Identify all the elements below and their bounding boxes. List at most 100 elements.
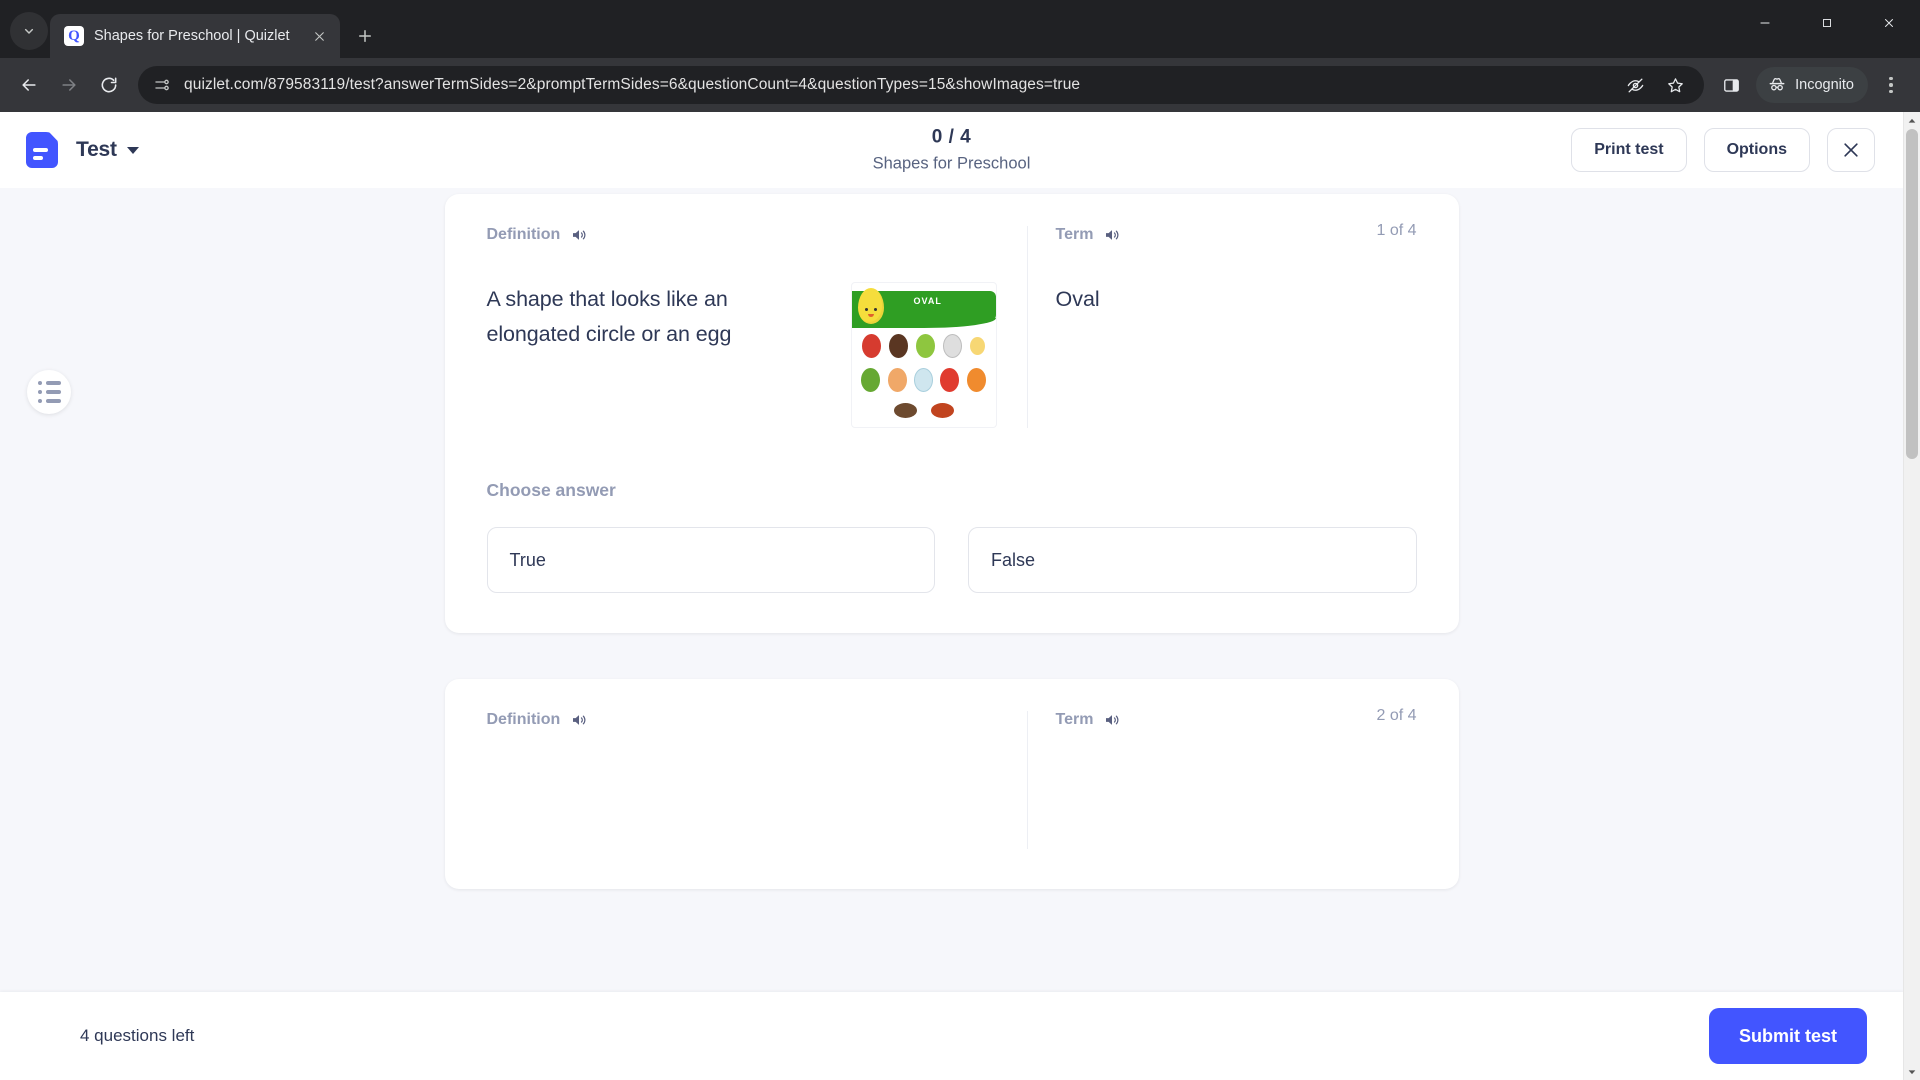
minimize-button[interactable]: [1734, 0, 1796, 46]
browser-window: Q Shapes for Preschool | Quizlet quizlet…: [0, 0, 1920, 1080]
set-title: Shapes for Preschool: [872, 154, 1031, 173]
definition-text: A shape that looks like an elongated cir…: [486, 287, 732, 346]
definition-label: Definition: [486, 711, 561, 728]
oval-object: [861, 334, 881, 359]
question-card: Definition Term 2 of 4: [444, 679, 1459, 889]
oval-object: [913, 368, 933, 393]
term-label: Term: [1055, 711, 1094, 728]
three-dot-menu-icon[interactable]: [1872, 66, 1910, 104]
study-mode-label: Test: [76, 138, 117, 161]
test-body: Definition A shape that looks like an el…: [0, 188, 1903, 1080]
header-center: 0 / 4 Shapes for Preschool: [873, 127, 1031, 174]
oval-object: [930, 402, 954, 418]
close-icon: [1844, 143, 1858, 157]
lemon-character: [857, 288, 884, 324]
url-text[interactable]: quizlet.com/879583119/test?answerTermSid…: [184, 76, 1606, 94]
incognito-profile-chip[interactable]: Incognito: [1756, 67, 1868, 103]
quizlet-favicon: Q: [64, 26, 84, 46]
oval-row-1: [858, 334, 990, 359]
browser-toolbar: quizlet.com/879583119/test?answerTermSid…: [0, 58, 1920, 112]
tab-title: Shapes for Preschool | Quizlet: [94, 28, 290, 44]
oval-object: [943, 334, 963, 359]
answer-option-true[interactable]: True: [486, 527, 935, 593]
oval-object-grid: [852, 329, 996, 423]
header-actions: Print test Options: [1571, 128, 1875, 172]
star-icon[interactable]: [1658, 68, 1692, 102]
answer-option-false[interactable]: False: [968, 527, 1417, 593]
quizlet-page: Test 0 / 4 Shapes for Preschool Print te…: [0, 112, 1903, 1080]
definition-label: Definition: [486, 226, 561, 243]
oval-shapes-illustration[interactable]: OVAL: [850, 282, 997, 428]
close-window-button[interactable]: [1858, 0, 1920, 46]
study-mode-selector[interactable]: Test: [76, 138, 139, 162]
audio-icon[interactable]: [1103, 711, 1121, 729]
close-icon[interactable]: [308, 25, 330, 47]
omnibox-actions: [1618, 68, 1696, 102]
maximize-button[interactable]: [1796, 0, 1858, 46]
print-test-button[interactable]: Print test: [1571, 128, 1687, 172]
plus-icon: [359, 30, 371, 42]
oval-object: [861, 368, 881, 393]
submit-test-button[interactable]: Submit test: [1708, 1008, 1867, 1064]
incognito-hat-icon: [1769, 78, 1785, 91]
tab-strip: Q Shapes for Preschool | Quizlet: [0, 0, 1920, 58]
side-panel-button[interactable]: [1714, 68, 1748, 102]
site-settings-icon[interactable]: [152, 75, 172, 95]
question-counter: 2 of 4: [1376, 707, 1417, 724]
page-scrollbar[interactable]: [1903, 112, 1920, 1080]
definition-label-row: Definition: [487, 226, 997, 244]
chevron-down-icon: [24, 28, 34, 34]
term-column: Term 1 of 4 Oval: [1026, 222, 1417, 428]
choose-answer-label: Choose answer: [486, 480, 616, 500]
page-viewport: Test 0 / 4 Shapes for Preschool Print te…: [0, 112, 1920, 1080]
progress-counter: 0 / 4: [931, 126, 972, 148]
tab-search-button[interactable]: [10, 12, 48, 50]
scrollbar-thumb[interactable]: [1906, 129, 1918, 459]
scroll-down-arrow[interactable]: [1904, 1063, 1920, 1080]
oval-row-2: [858, 368, 990, 393]
oval-object: [893, 402, 917, 418]
question-card: Definition A shape that looks like an el…: [444, 194, 1459, 633]
question-list: Definition A shape that looks like an el…: [0, 188, 1903, 1080]
question-counter: 1 of 4: [1376, 222, 1417, 239]
audio-icon[interactable]: [1103, 226, 1121, 244]
definition-column: Definition: [487, 711, 1027, 849]
window-controls: [1734, 0, 1920, 46]
oval-object: [915, 334, 935, 359]
forward-button[interactable]: [50, 66, 88, 104]
scroll-up-arrow[interactable]: [1904, 112, 1920, 129]
new-tab-button[interactable]: [348, 19, 382, 53]
browser-tab[interactable]: Q Shapes for Preschool | Quizlet: [50, 14, 340, 58]
definition-column: Definition A shape that looks like an el…: [487, 226, 1027, 428]
term-label-row: Term: [1056, 711, 1417, 729]
profile-label: Incognito: [1795, 77, 1854, 93]
audio-icon[interactable]: [570, 226, 588, 244]
address-bar[interactable]: quizlet.com/879583119/test?answerTermSid…: [138, 66, 1705, 104]
quizlet-header: Test 0 / 4 Shapes for Preschool Print te…: [0, 112, 1903, 188]
definition-label-row: Definition: [487, 711, 997, 729]
test-footer: 4 questions left Submit test: [0, 992, 1903, 1080]
eye-off-icon[interactable]: [1618, 68, 1652, 102]
back-button[interactable]: [10, 66, 48, 104]
term-text: Oval: [1055, 287, 1100, 311]
back-arrow-icon: [22, 79, 36, 91]
options-button[interactable]: Options: [1703, 128, 1810, 172]
term-label-row: Term: [1056, 226, 1417, 244]
term-label: Term: [1055, 226, 1094, 243]
chevron-down-icon: [126, 146, 139, 154]
oval-object: [966, 368, 986, 393]
quizlet-logo[interactable]: [26, 132, 58, 168]
side-panel-icon: [1723, 78, 1739, 92]
term-column: Term 2 of 4: [1026, 707, 1417, 849]
question-card-top: Definition A shape that looks like an el…: [487, 222, 1417, 428]
questions-left-label: 4 questions left: [80, 1026, 195, 1045]
prompt-row: A shape that looks like an elongated cir…: [487, 282, 997, 428]
answer-options: True False: [486, 527, 1417, 593]
reload-button[interactable]: [90, 66, 128, 104]
forward-arrow-icon: [62, 79, 76, 91]
close-test-button[interactable]: [1827, 128, 1875, 172]
oval-object: [888, 334, 908, 359]
header-left: Test: [26, 132, 139, 168]
oval-row-3: [858, 402, 990, 418]
audio-icon[interactable]: [570, 711, 588, 729]
